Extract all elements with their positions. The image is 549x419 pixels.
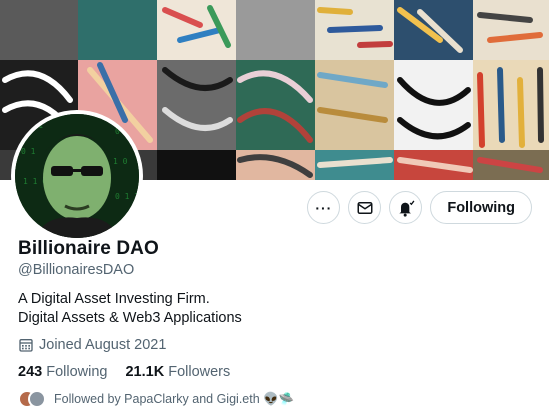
following-link[interactable]: 243 Following	[18, 364, 107, 380]
following-label: Following	[46, 364, 108, 380]
bio-line: A Digital Asset Investing Firm.	[18, 291, 210, 307]
notifications-button[interactable]	[389, 191, 423, 224]
joined-date: Joined August 2021	[18, 337, 166, 353]
avatar	[28, 390, 46, 408]
message-button[interactable]	[348, 191, 382, 224]
followers-label: Followers	[168, 364, 231, 380]
avatar-artwork: 1 0 10 11 1 0 0 11 00 1 1	[15, 114, 139, 238]
user-handle: @BillionairesDAO	[18, 262, 135, 278]
joined-text: Joined August 2021	[39, 337, 167, 353]
profile-avatar[interactable]: 1 0 10 11 1 0 0 11 00 1 1	[11, 110, 143, 242]
bio-line: Digital Assets & Web3 Applications	[18, 310, 242, 326]
profile-stats: 243 Following 21.1K Followers	[18, 364, 230, 380]
profile-actions: ··· Following	[307, 191, 532, 224]
followers-count: 21.1K	[125, 364, 165, 380]
following-button[interactable]: Following	[430, 191, 532, 224]
more-icon: ···	[315, 199, 333, 216]
followed-by[interactable]: Followed by PapaClarky and Gigi.eth 👽🛸	[18, 390, 294, 408]
svg-text:0 1: 0 1	[21, 147, 36, 156]
svg-text:1 0: 1 0	[113, 157, 128, 166]
more-button[interactable]: ···	[307, 191, 341, 224]
followed-by-avatars	[18, 390, 46, 408]
svg-text:0 1 1: 0 1 1	[115, 192, 139, 201]
mail-icon	[357, 201, 373, 214]
avatar-image: 1 0 10 11 1 0 0 11 00 1 1	[15, 114, 139, 238]
bell-icon	[399, 200, 415, 217]
followers-link[interactable]: 21.1K Followers	[125, 364, 230, 380]
profile-bio: A Digital Asset Investing Firm. Digital …	[18, 290, 242, 328]
calendar-icon	[19, 339, 33, 352]
display-name: Billionaire DAO	[18, 238, 159, 259]
following-count: 243	[18, 364, 43, 380]
followed-by-text: Followed by PapaClarky and Gigi.eth 👽🛸	[54, 391, 295, 406]
